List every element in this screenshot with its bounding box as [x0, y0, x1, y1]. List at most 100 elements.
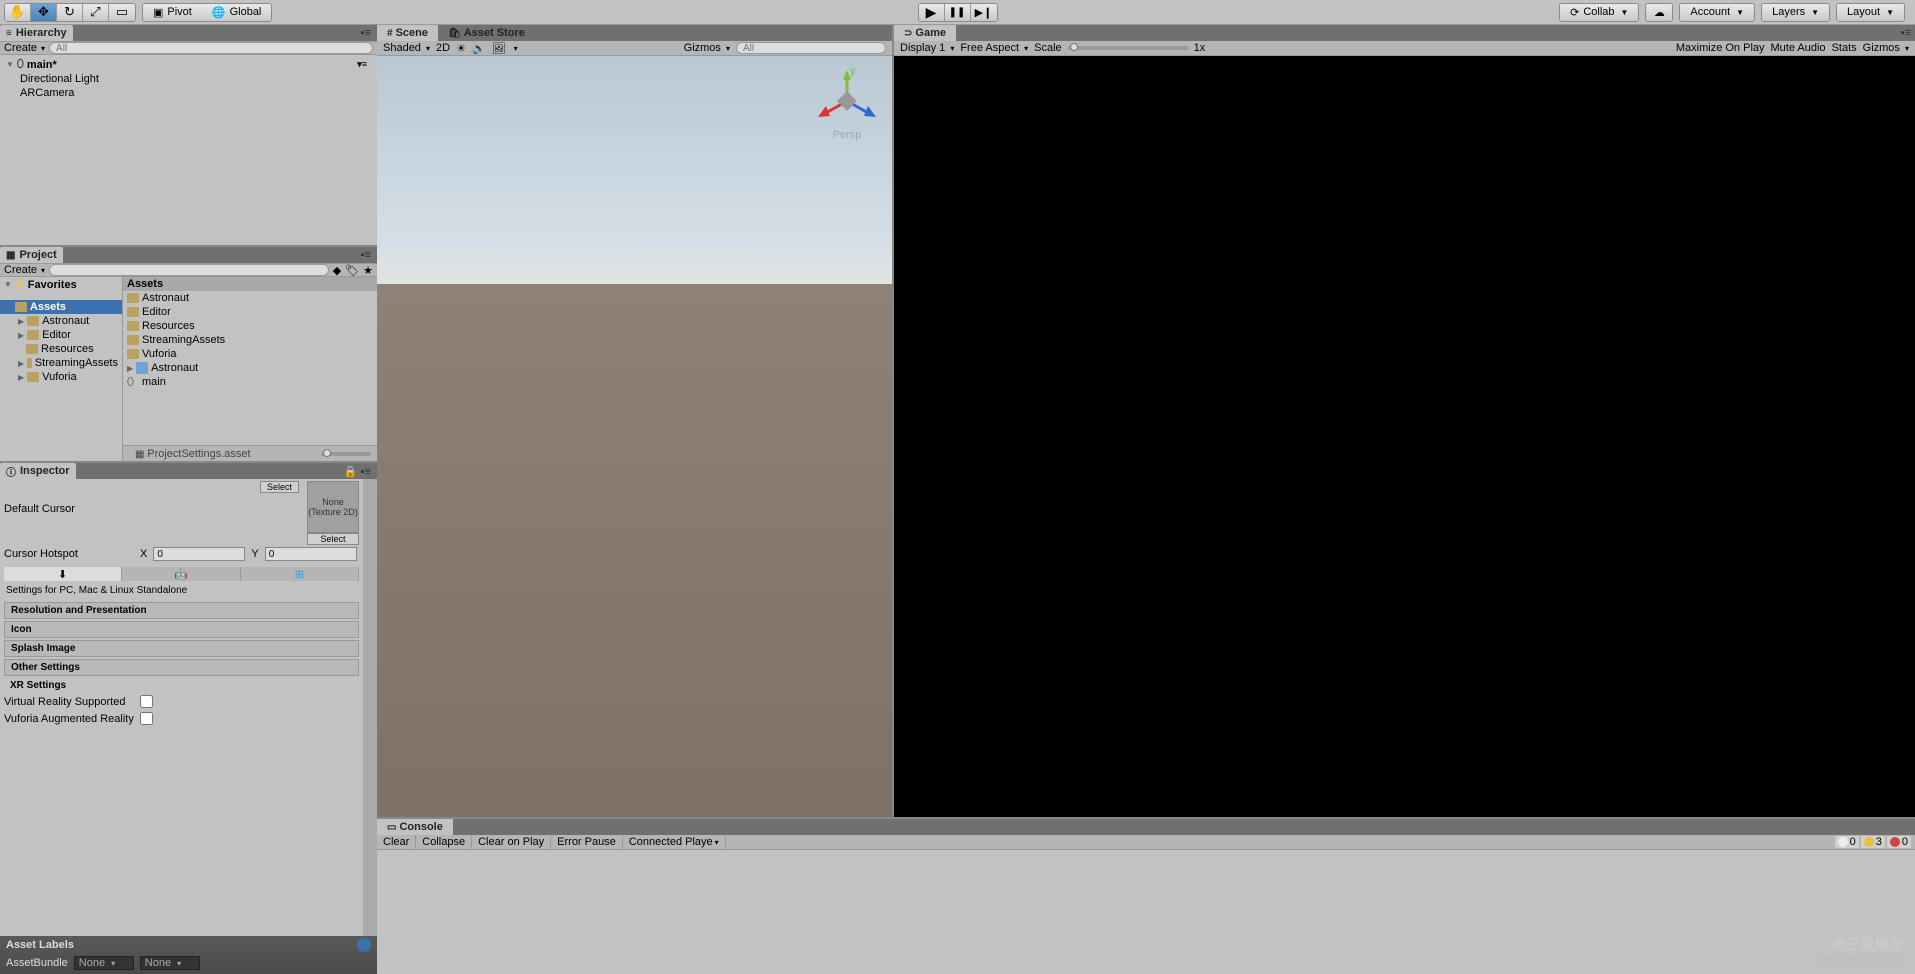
console-info-badge[interactable]: 0 [1835, 836, 1859, 848]
project-item-astronaut-prefab[interactable]: ▶Astronaut [123, 361, 377, 375]
console-error-badge[interactable]: 0 [1887, 836, 1911, 848]
inspector-tab[interactable]: ⓘ Inspector [0, 463, 76, 479]
project-tab[interactable]: ▦ Project [0, 247, 63, 263]
game-menu-button[interactable]: ▪≡ [1901, 27, 1915, 39]
asset-store-tab[interactable]: 🛍 Asset Store [438, 25, 535, 41]
assetbundle-dropdown[interactable]: None▾ [74, 956, 134, 970]
project-thumbnail-slider[interactable] [321, 452, 371, 456]
project-tree-vuforia[interactable]: ▶Vuforia [0, 370, 122, 384]
scale-tool-button[interactable] [83, 4, 109, 21]
project-item-streamingassets-folder[interactable]: StreamingAssets [123, 333, 377, 347]
shading-mode-dropdown[interactable]: Shaded ▾ [383, 42, 430, 54]
hierarchy-tree[interactable]: ▼⬯main*▾≡ Directional Light ARCamera [0, 55, 377, 245]
audio-toggle-icon[interactable] [472, 42, 486, 55]
game-tab[interactable]: ⊃ Game [894, 25, 956, 41]
2d-toggle[interactable]: 2D [436, 42, 450, 54]
hierarchy-create-dropdown[interactable]: Create ▾ [4, 42, 45, 54]
console-connected-player-dropdown[interactable]: Connected Playe▾ [623, 835, 726, 849]
layout-dropdown[interactable]: Layout▼ [1836, 3, 1905, 22]
play-button[interactable] [919, 4, 945, 21]
layers-dropdown[interactable]: Layers▼ [1761, 3, 1830, 22]
scene-view[interactable]: Persp y [377, 56, 892, 817]
section-resolution[interactable]: Resolution and Presentation [4, 602, 359, 619]
hotspot-y-input[interactable] [265, 547, 357, 561]
game-gizmos-dropdown[interactable]: Gizmos ▾ [1863, 42, 1909, 54]
platform-tab-standalone[interactable]: ⬇ [4, 567, 122, 581]
hierarchy-item-directional-light[interactable]: Directional Light [0, 72, 377, 86]
platform-tab-windows[interactable]: ⊞ [241, 567, 359, 581]
pause-button[interactable] [945, 4, 971, 21]
section-other[interactable]: Other Settings [4, 659, 359, 676]
project-item-astronaut-folder[interactable]: Astronaut [123, 291, 377, 305]
move-tool-button[interactable] [31, 4, 57, 21]
select-button-texture[interactable]: Select [307, 533, 359, 545]
playback-group [918, 3, 998, 22]
console-error-pause-toggle[interactable]: Error Pause [551, 835, 623, 849]
hierarchy-menu-button[interactable]: ▪≡ [361, 27, 375, 39]
project-tree-astronaut[interactable]: ▶Astronaut [0, 314, 122, 328]
inspector-menu-button[interactable]: 🔒 ▪≡ [344, 465, 375, 478]
game-view[interactable] [894, 56, 1915, 817]
project-folder-tree[interactable]: ▼★Favorites ▼Assets ▶Astronaut ▶Editor R… [0, 277, 123, 461]
fx-toggle-icon[interactable] [492, 42, 506, 55]
scene-tab[interactable]: # Scene [377, 25, 438, 41]
project-item-vuforia-folder[interactable]: Vuforia [123, 347, 377, 361]
rect-tool-button[interactable] [109, 4, 135, 21]
section-icon[interactable]: Icon [4, 621, 359, 638]
scene-orientation-gizmo[interactable]: Persp y [812, 66, 882, 146]
scene-search-input[interactable] [736, 42, 886, 54]
maximize-on-play-toggle[interactable]: Maximize On Play [1676, 42, 1765, 54]
hand-tool-button[interactable] [5, 4, 31, 21]
hierarchy-search-input[interactable] [49, 42, 373, 54]
select-button-top[interactable]: Select [260, 481, 299, 493]
mute-audio-toggle[interactable]: Mute Audio [1771, 42, 1826, 54]
console-tab[interactable]: ▭ Console [377, 819, 453, 835]
project-item-main-scene[interactable]: ⬯main [123, 375, 377, 389]
assetbundle-variant-dropdown[interactable]: None▾ [140, 956, 200, 970]
project-filter2-icon[interactable]: 🏷 [345, 264, 359, 277]
project-create-dropdown[interactable]: Create ▾ [4, 264, 45, 276]
project-tree-assets[interactable]: ▼Assets [0, 300, 122, 314]
aspect-dropdown[interactable]: Free Aspect ▾ [960, 42, 1028, 54]
hierarchy-tab[interactable]: ≡ Hierarchy [0, 25, 73, 41]
console-collapse-toggle[interactable]: Collapse [416, 835, 472, 849]
hotspot-x-input[interactable] [153, 547, 245, 561]
stats-toggle[interactable]: Stats [1832, 42, 1857, 54]
hierarchy-item-arcamera[interactable]: ARCamera [0, 86, 377, 100]
console-clear-button[interactable]: Clear [377, 835, 416, 849]
console-body[interactable] [377, 850, 1915, 974]
project-filter3-icon[interactable]: ★ [363, 264, 373, 277]
label-tag-button[interactable] [357, 938, 371, 952]
pivot-button[interactable]: ▣ Pivot [143, 4, 202, 21]
console-clear-on-play-toggle[interactable]: Clear on Play [472, 835, 551, 849]
project-item-editor-folder[interactable]: Editor [123, 305, 377, 319]
info-icon [1838, 837, 1848, 847]
project-menu-button[interactable]: ▪≡ [361, 249, 375, 261]
project-content-pane[interactable]: Assets Astronaut Editor Resources Stream… [123, 277, 377, 461]
inspector-scrollbar[interactable] [363, 479, 377, 936]
console-warn-badge[interactable]: 3 [1861, 836, 1885, 848]
lighting-toggle-icon[interactable] [456, 42, 466, 55]
vr-supported-checkbox[interactable] [140, 695, 153, 708]
project-tree-resources[interactable]: Resources [0, 342, 122, 356]
cursor-texture-slot[interactable]: None (Texture 2D) [307, 481, 359, 533]
project-filter1-icon[interactable]: ◆ [333, 264, 341, 277]
project-item-resources-folder[interactable]: Resources [123, 319, 377, 333]
hierarchy-scene-row[interactable]: ▼⬯main*▾≡ [0, 57, 377, 72]
scene-gizmos-dropdown[interactable]: Gizmos ▾ [684, 42, 730, 54]
platform-tab-android[interactable]: 🤖 [122, 567, 240, 581]
global-button[interactable]: 🌐 Global [202, 4, 272, 21]
account-dropdown[interactable]: Account▼ [1679, 3, 1755, 22]
rotate-tool-button[interactable] [57, 4, 83, 21]
project-tree-editor[interactable]: ▶Editor [0, 328, 122, 342]
collab-dropdown[interactable]: ⟳ Collab▼ [1559, 3, 1639, 22]
game-scale-slider[interactable] [1068, 46, 1188, 50]
vuforia-ar-checkbox[interactable] [140, 712, 153, 725]
section-splash[interactable]: Splash Image [4, 640, 359, 657]
cloud-button[interactable] [1645, 3, 1673, 22]
project-search-input[interactable] [49, 264, 329, 276]
project-tree-streamingassets[interactable]: ▶StreamingAssets [0, 356, 122, 370]
step-button[interactable] [971, 4, 997, 21]
display-dropdown[interactable]: Display 1 ▾ [900, 42, 954, 54]
project-breadcrumb[interactable]: Assets [123, 277, 377, 291]
